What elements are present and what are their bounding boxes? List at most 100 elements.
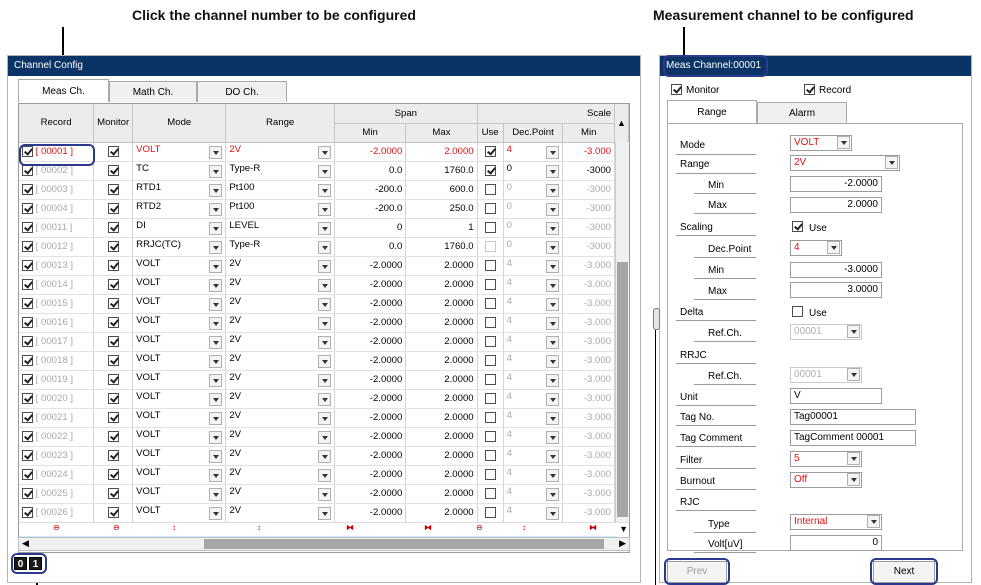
- scale-min-cell[interactable]: -3.000: [562, 370, 616, 390]
- use-checkbox[interactable]: [484, 202, 496, 214]
- channel-number[interactable]: [ 00012 ]: [36, 241, 73, 252]
- chevron-down-icon[interactable]: [209, 450, 223, 463]
- dec-point-cell[interactable]: 4: [503, 389, 564, 409]
- scale-min-cell[interactable]: -3.000: [562, 351, 616, 371]
- span-max-cell[interactable]: 2.0000: [405, 275, 478, 295]
- table-row[interactable]: [ 00022 ] VOLT 2V -2.0000 2.0000 4 -3.000: [19, 427, 629, 447]
- chevron-down-icon[interactable]: [546, 165, 560, 178]
- range-cell[interactable]: Type-R: [225, 161, 335, 181]
- chevron-down-icon[interactable]: [209, 431, 223, 444]
- table-row[interactable]: [ 00020 ] VOLT 2V -2.0000 2.0000 4 -3.000: [19, 389, 629, 409]
- use-cell[interactable]: [477, 218, 504, 238]
- chevron-down-icon[interactable]: [317, 260, 331, 273]
- mode-cell[interactable]: VOLT: [132, 351, 227, 371]
- chevron-down-icon[interactable]: [209, 355, 223, 368]
- rrjc-refch-select[interactable]: 00001: [790, 367, 862, 383]
- use-cell[interactable]: [477, 427, 504, 447]
- use-cell[interactable]: [477, 275, 504, 295]
- span-max-cell[interactable]: 1760.0: [405, 161, 478, 181]
- table-row[interactable]: [ 00019 ] VOLT 2V -2.0000 2.0000 4 -3.000: [19, 370, 629, 390]
- monitor-checkbox[interactable]: [107, 354, 119, 366]
- channel-number[interactable]: [ 00011 ]: [36, 222, 73, 233]
- use-checkbox[interactable]: [484, 392, 496, 404]
- chevron-down-icon[interactable]: [546, 222, 560, 235]
- span-min-cell[interactable]: -2.0000: [334, 332, 407, 352]
- range-cell[interactable]: 2V: [225, 389, 335, 409]
- monitor-checkbox[interactable]: [107, 240, 119, 252]
- monitor-cell[interactable]: [93, 389, 134, 409]
- span-min-cell[interactable]: -2.0000: [334, 503, 407, 523]
- monitor-checkbox[interactable]: [107, 164, 119, 176]
- chevron-down-icon[interactable]: [546, 507, 560, 520]
- chevron-down-icon[interactable]: [546, 260, 560, 273]
- record-checkbox[interactable]: [22, 487, 33, 499]
- monitor-checkbox[interactable]: [107, 392, 119, 404]
- dec-point-cell[interactable]: 4: [503, 503, 564, 523]
- scale-min-cell[interactable]: -3.000: [562, 313, 616, 333]
- chevron-down-icon[interactable]: [546, 146, 560, 159]
- tag-comment-input[interactable]: TagComment 00001: [790, 430, 916, 446]
- monitor-cell[interactable]: [93, 465, 134, 485]
- scale-min-cell[interactable]: -3000: [562, 237, 616, 257]
- chevron-down-icon[interactable]: [317, 222, 331, 235]
- span-min-cell[interactable]: -2.0000: [334, 275, 407, 295]
- span-min-cell[interactable]: -2.0000: [334, 408, 407, 428]
- scroll-up-arrow[interactable]: ▲: [614, 104, 629, 143]
- scale-min-cell[interactable]: -3.000: [562, 256, 616, 276]
- chevron-down-icon[interactable]: [317, 431, 331, 444]
- fill-icon-range[interactable]: ↕: [257, 523, 261, 532]
- span-min-cell[interactable]: 0.0: [334, 161, 407, 181]
- monitor-cell[interactable]: [93, 161, 134, 181]
- monitor-checkbox[interactable]: [107, 278, 119, 290]
- mode-cell[interactable]: DI: [132, 218, 227, 238]
- monitor-checkbox[interactable]: [107, 259, 119, 271]
- panel-divider-handle[interactable]: [653, 308, 660, 330]
- chevron-down-icon[interactable]: [546, 393, 560, 406]
- span-max-cell[interactable]: 2.0000: [405, 313, 478, 333]
- mode-cell[interactable]: VOLT: [132, 142, 227, 162]
- record-cell[interactable]: [ 00003 ]: [19, 180, 95, 200]
- range-cell[interactable]: 2V: [225, 484, 335, 504]
- table-row[interactable]: [ 00011 ] DI LEVEL 0 1 0 -3000: [19, 218, 629, 238]
- chevron-down-icon[interactable]: [209, 222, 223, 235]
- monitor-checkbox[interactable]: [107, 506, 119, 518]
- record-checkbox[interactable]: [22, 335, 33, 347]
- range-cell[interactable]: 2V: [225, 313, 335, 333]
- use-cell[interactable]: [477, 237, 504, 257]
- use-cell[interactable]: [477, 256, 504, 276]
- use-cell[interactable]: [477, 370, 504, 390]
- use-checkbox[interactable]: [484, 297, 496, 309]
- dec-point-cell[interactable]: 0: [503, 180, 564, 200]
- chevron-down-icon[interactable]: [209, 279, 223, 292]
- dec-point-cell[interactable]: 4: [503, 370, 564, 390]
- span-max-cell[interactable]: 2.0000: [405, 256, 478, 276]
- record-cell[interactable]: [ 00023 ]: [19, 446, 95, 466]
- span-min-cell[interactable]: 0.0: [334, 237, 407, 257]
- monitor-checkbox[interactable]: [107, 202, 119, 214]
- range-cell[interactable]: 2V: [225, 446, 335, 466]
- channel-number[interactable]: [ 00014 ]: [36, 279, 73, 290]
- table-row[interactable]: [ 00001 ] VOLT 2V -2.0000 2.0000 4 -3.000: [19, 142, 629, 162]
- scale-min-cell[interactable]: -3.000: [562, 427, 616, 447]
- chevron-down-icon[interactable]: [546, 355, 560, 368]
- use-checkbox[interactable]: [484, 259, 496, 271]
- chevron-down-icon[interactable]: [209, 203, 223, 216]
- range-cell[interactable]: 2V: [225, 465, 335, 485]
- use-cell[interactable]: [477, 351, 504, 371]
- table-row[interactable]: [ 00016 ] VOLT 2V -2.0000 2.0000 4 -3.000: [19, 313, 629, 333]
- chevron-down-icon[interactable]: [546, 184, 560, 197]
- use-checkbox[interactable]: [484, 411, 496, 423]
- dec-point-cell[interactable]: 4: [503, 275, 564, 295]
- scale-min-cell[interactable]: -3000: [562, 180, 616, 200]
- mode-cell[interactable]: TC: [132, 161, 227, 181]
- span-min-cell[interactable]: 0: [334, 218, 407, 238]
- table-row[interactable]: [ 00012 ] RRJC(TC) Type-R 0.0 1760.0 0 -3000: [19, 237, 629, 257]
- span-max-cell[interactable]: 2.0000: [405, 503, 478, 523]
- span-min-cell[interactable]: -2.0000: [334, 370, 407, 390]
- channel-number[interactable]: [ 00013 ]: [36, 260, 73, 271]
- table-row[interactable]: [ 00015 ] VOLT 2V -2.0000 2.0000 4 -3.000: [19, 294, 629, 314]
- scale-min-cell[interactable]: -3.000: [562, 275, 616, 295]
- span-min-cell[interactable]: -2.0000: [334, 256, 407, 276]
- horizontal-scrollbar[interactable]: ◀ ▶: [18, 537, 630, 551]
- chevron-down-icon[interactable]: [209, 260, 223, 273]
